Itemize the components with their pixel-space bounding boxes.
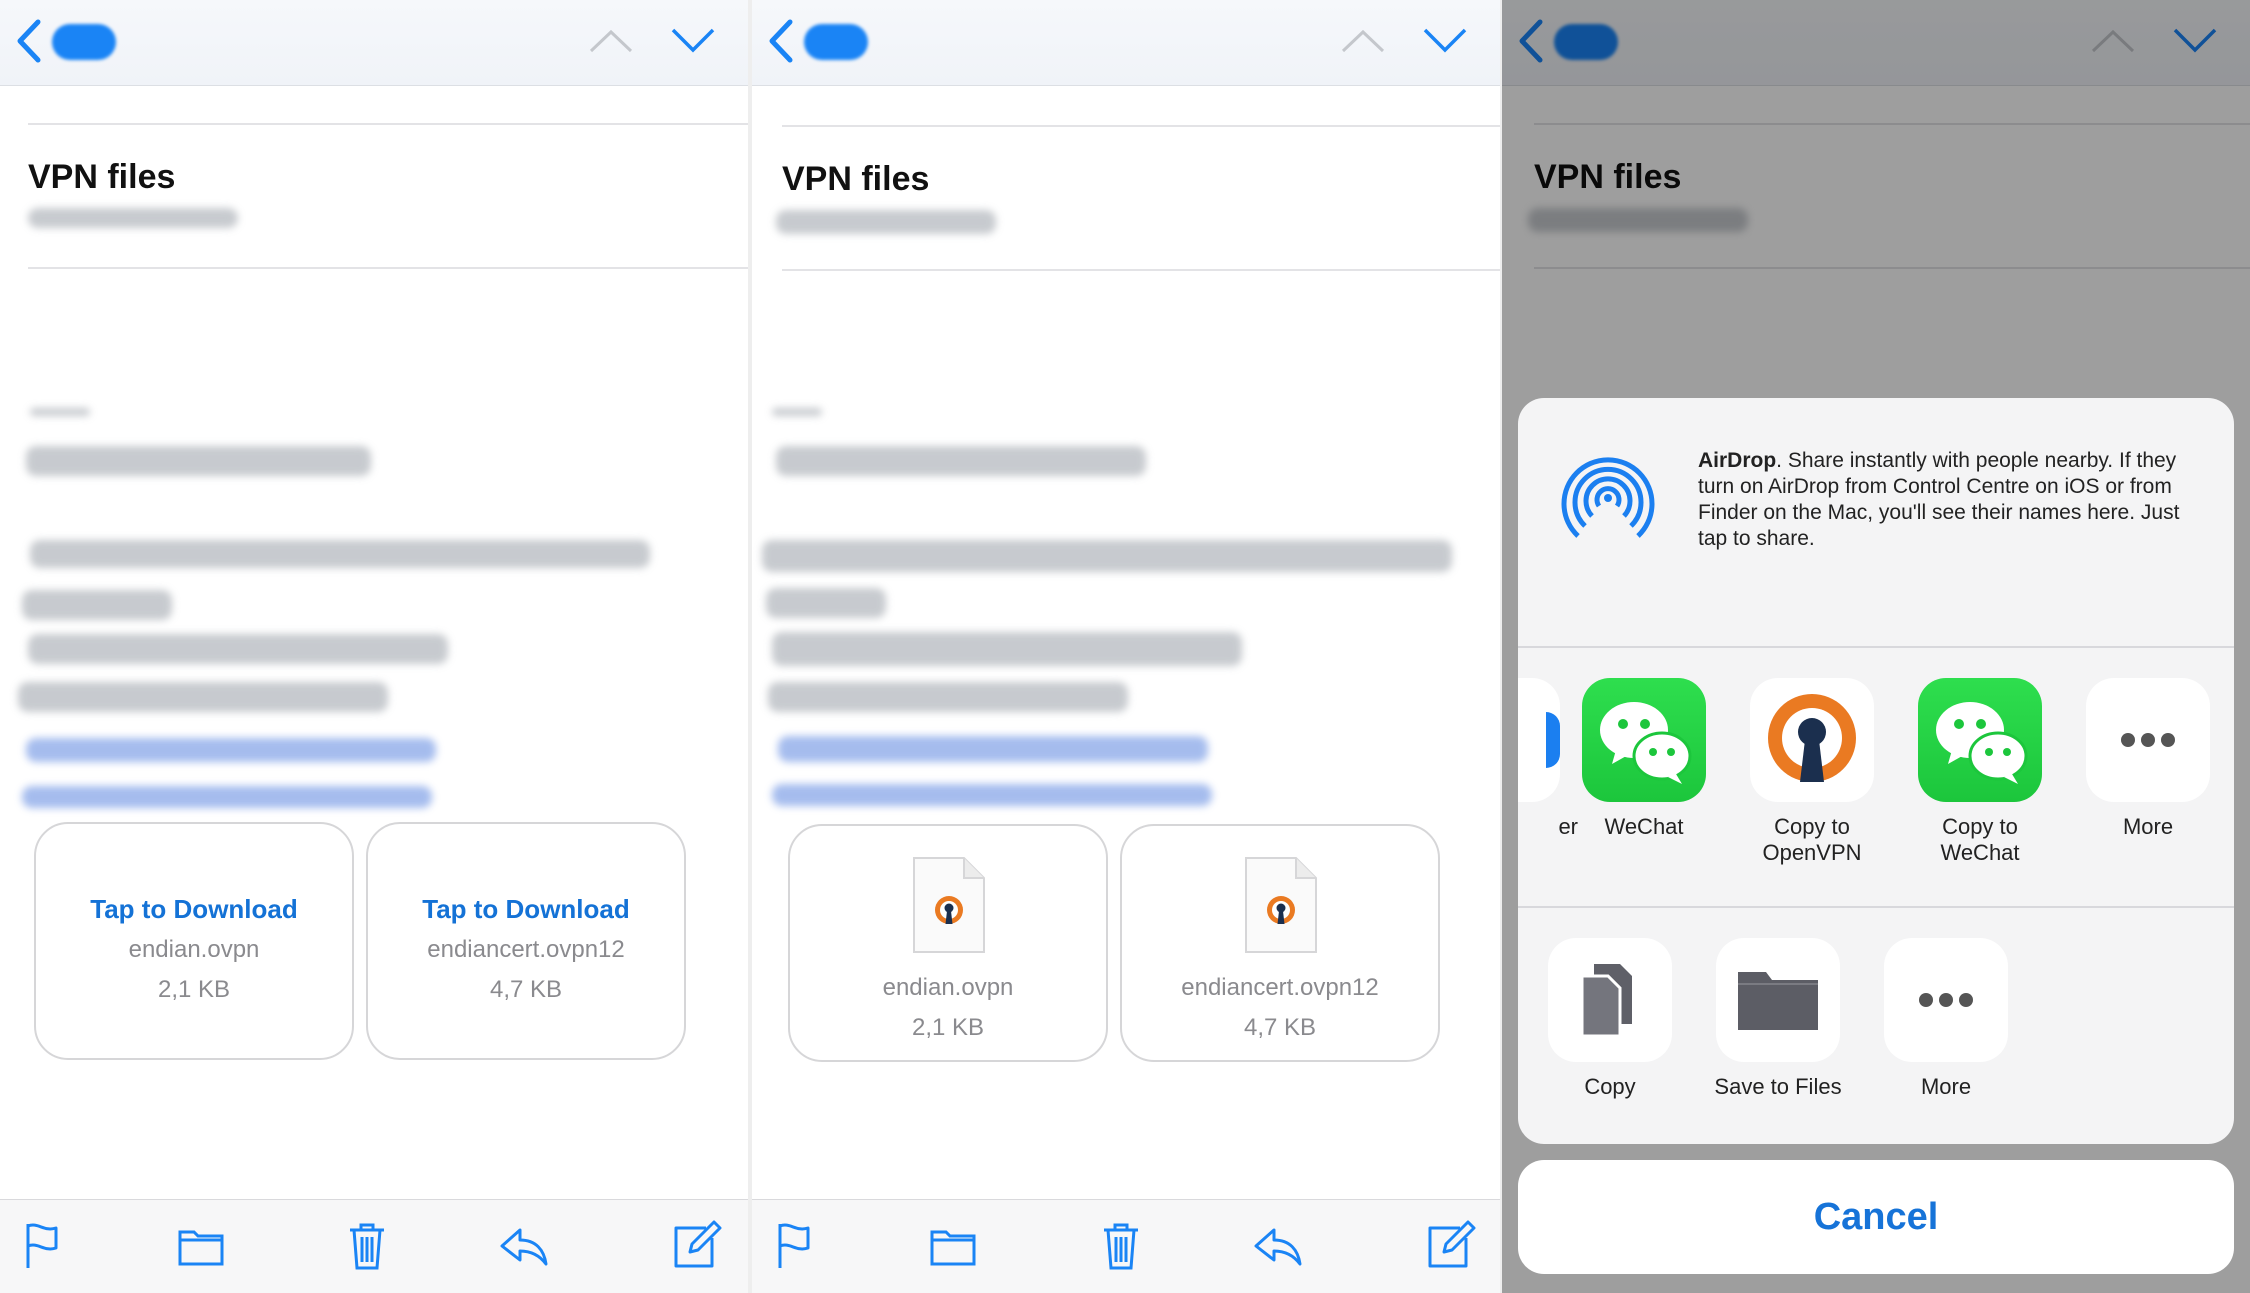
mail-subject: VPN files [28, 158, 176, 196]
tap-to-download-label: Tap to Download [90, 894, 298, 924]
share-app-label: Copy to OpenVPN [1762, 814, 1862, 865]
redacted-text [30, 540, 650, 568]
reply-icon[interactable] [1252, 1220, 1302, 1272]
share-apps-row: er WeChat Copy to OpenVPN Copy to WeChat… [1518, 648, 2234, 908]
folder-icon[interactable] [928, 1220, 978, 1272]
share-app-more[interactable]: More [2068, 678, 2228, 840]
attachment-card[interactable]: Tap to Download endiancert.ovpn12 4,7 KB [366, 822, 686, 1060]
attachment-size: 2,1 KB [911, 1014, 985, 1041]
redacted-date [776, 210, 996, 234]
redacted-date [28, 208, 238, 228]
redacted-link [772, 784, 1212, 806]
redacted-text [30, 408, 90, 416]
action-label: Save to Files [1714, 1074, 1842, 1099]
redacted-link [26, 738, 436, 762]
previous-message-icon[interactable] [1340, 28, 1386, 54]
ovpn-file-icon [913, 857, 985, 953]
action-save-to-files[interactable]: Save to Files [1698, 938, 1858, 1100]
ovpn-file-icon [1245, 857, 1317, 953]
redacted-text [26, 446, 371, 476]
mail-toolbar [0, 1199, 748, 1293]
back-button-blurred[interactable] [52, 24, 116, 60]
action-label: Copy [1584, 1074, 1636, 1099]
attachment-size: 4,7 KB [1243, 1014, 1317, 1041]
mail-toolbar [752, 1199, 1500, 1293]
attachment-size: 4,7 KB [489, 976, 563, 1003]
mail-view-before-download: VPN files Tap to Download endian.ovpn 2,… [0, 0, 748, 1293]
mail-subject: VPN files [782, 160, 930, 198]
redacted-text [772, 408, 822, 416]
redacted-text [766, 588, 886, 618]
redacted-link [22, 786, 432, 808]
cancel-button[interactable]: Cancel [1518, 1160, 2234, 1274]
redacted-text [18, 682, 388, 712]
redacted-text [28, 634, 448, 664]
attachment-filename: endiancert.ovpn12 [1181, 974, 1379, 1001]
attachment-card[interactable]: endian.ovpn 2,1 KB [788, 824, 1108, 1062]
tap-to-download-label: Tap to Download [422, 894, 630, 924]
share-app-label: WeChat [1604, 814, 1684, 839]
nav-bar [0, 0, 748, 86]
share-sheet-view: VPN files AirDrop. Share instantly with … [1502, 0, 2250, 1293]
wechat-icon [1582, 678, 1706, 802]
trash-icon[interactable] [1096, 1220, 1146, 1272]
divider [28, 123, 748, 125]
redacted-text [768, 682, 1128, 712]
redacted-text [772, 632, 1242, 666]
flag-icon[interactable] [20, 1220, 70, 1272]
attachment-filename: endian.ovpn [882, 974, 1014, 1001]
share-app-copy-to-openvpn[interactable]: Copy to OpenVPN [1732, 678, 1892, 866]
divider [782, 125, 1500, 127]
folder-icon[interactable] [176, 1220, 226, 1272]
next-message-icon[interactable] [1422, 26, 1468, 54]
airdrop-icon [1561, 457, 1655, 552]
files-folder-icon [1716, 938, 1840, 1062]
share-app-label: More [2122, 814, 2174, 839]
share-app-label: Copy to WeChat [1940, 814, 2020, 865]
attachment-filename: endian.ovpn [128, 936, 260, 963]
action-more[interactable]: More [1866, 938, 2026, 1100]
redacted-text [22, 590, 172, 620]
airdrop-title: AirDrop [1698, 449, 1777, 472]
trash-icon[interactable] [342, 1220, 392, 1272]
wechat-icon [1918, 678, 2042, 802]
copy-icon [1548, 938, 1672, 1062]
airdrop-section[interactable]: AirDrop. Share instantly with people nea… [1518, 398, 2234, 648]
more-dots-icon [2086, 678, 2210, 802]
nav-bar [752, 0, 1500, 86]
share-actions-row: Copy Save to Files More [1518, 908, 2234, 1144]
divider [28, 267, 748, 269]
next-message-icon[interactable] [670, 26, 716, 54]
partial-app-icon [1518, 678, 1560, 802]
openvpn-icon [1750, 678, 1874, 802]
more-dots-icon [1884, 938, 2008, 1062]
attachment-card[interactable]: Tap to Download endian.ovpn 2,1 KB [34, 822, 354, 1060]
reply-icon[interactable] [498, 1220, 548, 1272]
divider [782, 269, 1500, 271]
redacted-text [762, 540, 1452, 572]
redacted-link [778, 736, 1208, 762]
attachment-filename: endiancert.ovpn12 [427, 936, 625, 963]
action-copy[interactable]: Copy [1530, 938, 1690, 1100]
flag-icon[interactable] [772, 1220, 822, 1272]
back-button-blurred[interactable] [804, 24, 868, 60]
compose-icon[interactable] [1426, 1220, 1476, 1272]
airdrop-description: AirDrop. Share instantly with people nea… [1698, 448, 2208, 552]
action-label: More [1920, 1074, 1972, 1099]
back-chevron-icon[interactable] [766, 18, 796, 64]
attachment-size: 2,1 KB [157, 976, 231, 1003]
redacted-text [776, 446, 1146, 476]
share-app-wechat[interactable]: WeChat [1564, 678, 1724, 840]
mail-view-downloaded: VPN files endian.ovpn 2,1 KB endiancert.… [752, 0, 1500, 1293]
previous-message-icon[interactable] [588, 28, 634, 54]
compose-icon[interactable] [672, 1220, 722, 1272]
share-sheet: AirDrop. Share instantly with people nea… [1518, 398, 2234, 1144]
attachment-card[interactable]: endiancert.ovpn12 4,7 KB [1120, 824, 1440, 1062]
share-app-copy-to-wechat[interactable]: Copy to WeChat [1900, 678, 2060, 866]
back-chevron-icon[interactable] [14, 18, 44, 64]
